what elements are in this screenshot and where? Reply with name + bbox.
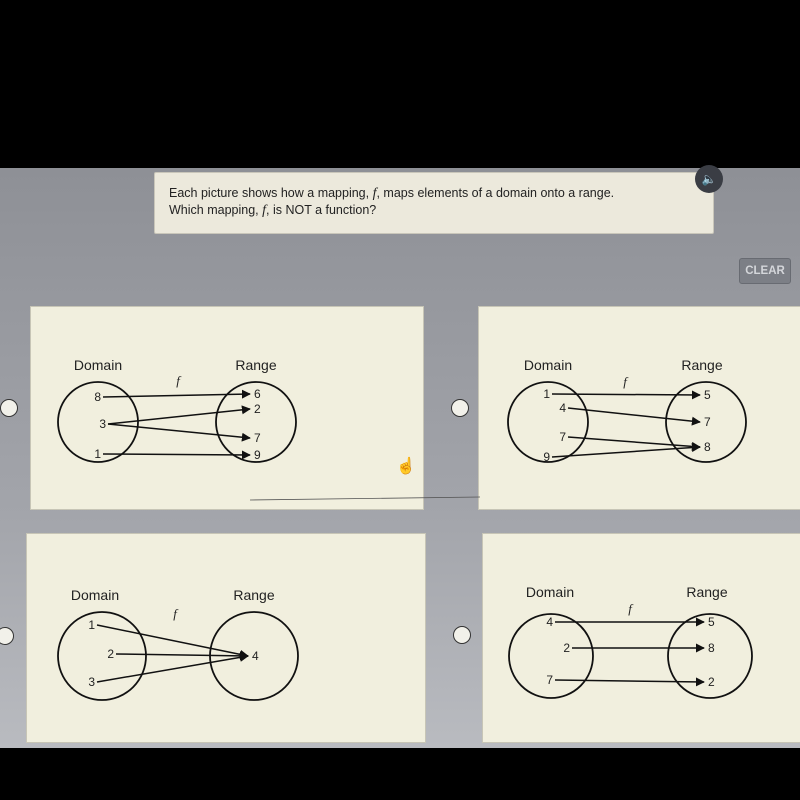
- option-card-4[interactable]: [482, 533, 800, 743]
- question-line-1: Each picture shows how a mapping, f, map…: [169, 186, 615, 201]
- option-radio-1[interactable]: [0, 399, 18, 417]
- question-prompt: Each picture shows how a mapping, f, map…: [154, 172, 714, 234]
- clear-button[interactable]: CLEAR: [739, 258, 791, 284]
- option-card-1[interactable]: [30, 306, 424, 510]
- hand-cursor-icon: ☝: [396, 458, 416, 475]
- speaker-icon[interactable]: 🔈: [695, 165, 723, 193]
- option-radio-4[interactable]: [453, 626, 471, 644]
- option-card-3[interactable]: [26, 533, 426, 743]
- question-line-2: Which mapping, f, is NOT a function?: [169, 203, 377, 218]
- option-radio-2[interactable]: [451, 399, 469, 417]
- option-card-2[interactable]: [478, 306, 800, 510]
